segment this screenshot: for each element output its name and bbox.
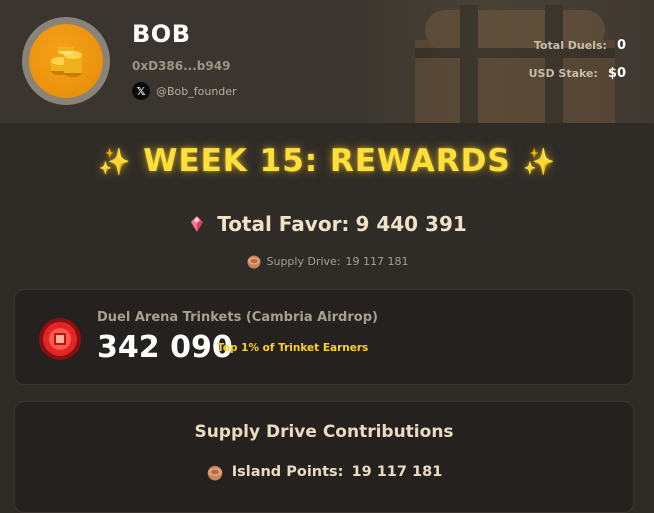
trinkets-value: 342 090 bbox=[97, 330, 233, 365]
usd-stake-label: USD Stake: bbox=[528, 67, 598, 80]
supply-contributions-card: Supply Drive Contributions Island Points… bbox=[14, 401, 634, 513]
total-duels-value: 0 bbox=[616, 38, 626, 53]
x-profile-link[interactable]: 𝕏 @Bob_founder bbox=[132, 82, 237, 100]
total-favor: Total Favor: 9 440 391 bbox=[0, 212, 654, 236]
island-points-value: 19 117 181 bbox=[351, 464, 443, 480]
profile-header: BOB 0xD386...b949 𝕏 @Bob_founder Total D… bbox=[0, 0, 654, 123]
wallet-address[interactable]: 0xD386...b949 bbox=[132, 59, 230, 73]
red-gem-icon bbox=[191, 216, 204, 232]
x-handle: @Bob_founder bbox=[156, 84, 237, 98]
trinkets-rank-badge: Top 1% of Trinket Earners bbox=[217, 342, 369, 354]
pie-icon bbox=[207, 465, 223, 481]
total-favor-label: Total Favor: bbox=[217, 212, 350, 236]
island-points-label: Island Points: bbox=[231, 464, 344, 480]
supply-drive-value: 19 117 181 bbox=[345, 254, 409, 268]
gold-coins-icon bbox=[51, 47, 82, 77]
trinkets-card: Duel Arena Trinkets (Cambria Airdrop) 34… bbox=[14, 289, 634, 385]
supply-drive-label: Supply Drive: bbox=[266, 254, 341, 268]
usd-stake-stat: USD Stake: $0 bbox=[529, 66, 626, 81]
rewards-title: ✨ WEEK 15: REWARDS ✨ bbox=[0, 143, 654, 179]
total-duels-stat: Total Duels: 0 bbox=[534, 38, 626, 53]
contributions-title: Supply Drive Contributions bbox=[194, 422, 454, 442]
sparkle-icon: ✨ bbox=[98, 147, 132, 178]
pie-icon bbox=[247, 255, 260, 269]
username: BOB bbox=[132, 20, 191, 48]
trinkets-label: Duel Arena Trinkets (Cambria Airdrop) bbox=[97, 310, 378, 325]
island-points: Island Points: 19 117 181 bbox=[15, 463, 633, 481]
treasure-chest-background bbox=[415, 5, 615, 123]
total-favor-value: 9 440 391 bbox=[355, 212, 467, 236]
total-duels-label: Total Duels: bbox=[533, 39, 607, 52]
supply-drive: Supply Drive: 19 117 181 bbox=[0, 253, 654, 269]
x-logo-icon: 𝕏 bbox=[132, 82, 150, 100]
rewards-title-text: WEEK 15: REWARDS bbox=[143, 143, 511, 179]
usd-stake-value: $0 bbox=[607, 66, 626, 81]
red-medallion-icon bbox=[39, 318, 81, 360]
avatar[interactable] bbox=[22, 17, 110, 105]
sparkle-icon: ✨ bbox=[522, 147, 556, 178]
